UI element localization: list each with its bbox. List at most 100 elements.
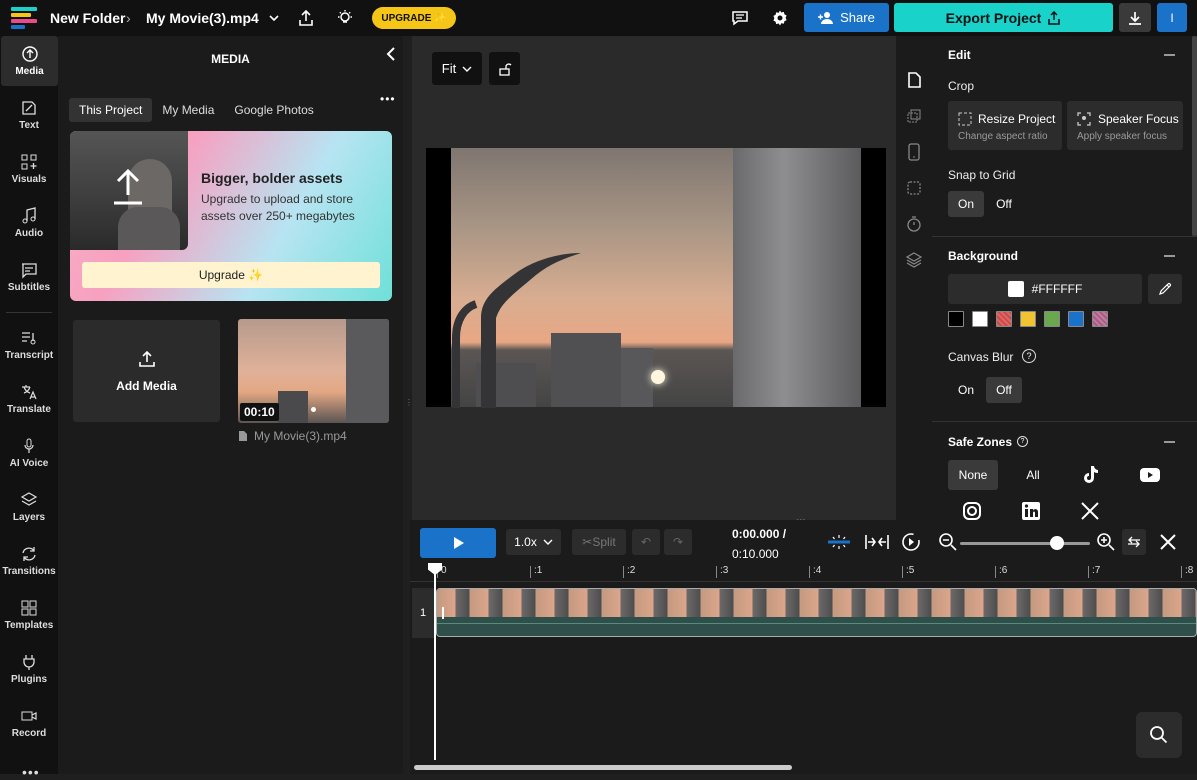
safe-zones-heading: Safe Zones (948, 435, 1013, 449)
settings-gear-icon[interactable] (769, 6, 791, 30)
tab-this-project[interactable]: This Project (69, 98, 153, 122)
clip-frames (437, 589, 1196, 617)
more-icon[interactable]: ••• (22, 764, 40, 780)
resize-project-button[interactable]: Resize Project Change aspect ratio (948, 101, 1062, 150)
snap-magnet-icon[interactable] (826, 533, 852, 556)
document-icon[interactable] (903, 69, 925, 91)
rail-item-templates[interactable]: Templates (0, 590, 58, 640)
rail-item-text[interactable]: Text (0, 90, 58, 140)
lightbulb-icon[interactable] (334, 6, 356, 30)
rail-item-visuals[interactable]: Visuals (0, 144, 58, 194)
help-icon[interactable]: ? (1017, 436, 1028, 447)
swatch-black[interactable] (948, 311, 964, 327)
project-name[interactable]: My Movie(3).mp4 (146, 10, 259, 26)
swap-button[interactable] (1122, 529, 1146, 555)
swatch-pink[interactable] (1092, 311, 1108, 327)
help-icon[interactable]: ? (1022, 349, 1036, 363)
duplicate-icon[interactable] (903, 105, 925, 127)
rail-item-plugins[interactable]: Plugins (0, 644, 58, 694)
media-clip-thumbnail[interactable]: 00:10 (238, 319, 389, 423)
zoom-in-icon[interactable] (1096, 532, 1116, 557)
upload-arrow-icon (114, 168, 142, 205)
frame-icon[interactable] (903, 177, 925, 199)
timeline-video-clip[interactable] (436, 588, 1197, 637)
redo-button[interactable]: ↷ (664, 529, 692, 555)
rail-label: Transitions (2, 566, 56, 577)
comments-icon[interactable] (729, 6, 751, 30)
mobile-icon[interactable] (903, 141, 925, 163)
promo-upgrade-button[interactable]: Upgrade ✨ (82, 262, 380, 288)
download-button[interactable] (1119, 3, 1151, 32)
timer-icon[interactable] (903, 213, 925, 235)
swatch-blue[interactable] (1068, 311, 1084, 327)
collapse-edit-icon[interactable] (1164, 54, 1175, 56)
blur-on-toggle[interactable]: On (948, 377, 984, 403)
more-options-icon[interactable]: ••• (380, 92, 396, 106)
clip-trim-handle[interactable] (442, 607, 444, 619)
close-icon[interactable] (1158, 532, 1178, 557)
rail-item-ai-voice[interactable]: AI Voice (0, 428, 58, 478)
playback-speed-dropdown[interactable]: 1.0x (506, 529, 561, 555)
collapse-background-icon[interactable] (1164, 255, 1175, 257)
chevron-down-icon[interactable] (266, 6, 282, 30)
tiktok-icon[interactable] (1072, 460, 1108, 490)
left-rail: Media Text Visuals Audio Subtitles Trans… (0, 36, 58, 780)
blur-off-toggle[interactable]: Off (986, 377, 1022, 403)
tab-my-media[interactable]: My Media (152, 98, 224, 122)
collapse-chevron-icon[interactable] (384, 46, 398, 67)
snap-on-toggle[interactable]: On (948, 191, 984, 217)
fit-dropdown[interactable]: Fit (432, 52, 482, 85)
split-button[interactable]: ✂Split (572, 529, 626, 555)
layers-icon[interactable] (903, 249, 925, 271)
rail-item-record[interactable]: Record (0, 698, 58, 748)
swatch-white[interactable] (972, 311, 988, 327)
export-project-button[interactable]: Export Project (894, 3, 1113, 32)
hex-value: #FFFFFF (1031, 282, 1083, 296)
safe-zone-none[interactable]: None (948, 460, 998, 490)
panel-scrollbar[interactable] (1192, 36, 1197, 236)
breadcrumb-folder[interactable]: New Folder (50, 10, 125, 26)
swatch-red[interactable] (996, 311, 1012, 327)
search-button[interactable] (1136, 712, 1182, 758)
rail-item-media[interactable]: Media (1, 36, 58, 86)
layers-icon (20, 492, 38, 506)
app-logo[interactable] (11, 7, 37, 29)
snap-off-toggle[interactable]: Off (988, 191, 1020, 217)
eyedropper-button[interactable] (1148, 274, 1182, 304)
media-title: MEDIA (211, 52, 250, 66)
panel-resize-handle[interactable]: ⋮ (405, 398, 413, 410)
safe-zone-all[interactable]: All (1012, 460, 1054, 490)
zoom-slider-knob[interactable] (1050, 536, 1064, 550)
swatch-yellow[interactable] (1020, 311, 1036, 327)
tab-google-photos[interactable]: Google Photos (224, 98, 323, 122)
play-button[interactable] (420, 528, 496, 558)
swatch-green[interactable] (1044, 311, 1060, 327)
playhead-line[interactable] (434, 563, 436, 760)
rail-item-layers[interactable]: Layers (0, 482, 58, 532)
timeline-scrollbar[interactable] (414, 765, 792, 770)
upgrade-button[interactable]: UPGRADE ✨ (372, 7, 456, 29)
time-ruler[interactable]: 0 :1 :2 :3 :4 :5 :6 :7 :8 (410, 564, 1197, 582)
rail-item-subtitles[interactable]: Subtitles (0, 252, 58, 302)
youtube-icon[interactable] (1132, 460, 1168, 490)
rail-item-transitions[interactable]: Transitions (0, 536, 58, 586)
rail-item-audio[interactable]: Audio (0, 198, 58, 248)
background-color-field[interactable]: #FFFFFF (948, 274, 1142, 304)
undo-button[interactable]: ↶ (632, 529, 660, 555)
zoom-slider-track[interactable] (960, 542, 1090, 545)
resize-subtitle: Change aspect ratio (958, 131, 1048, 142)
rail-item-translate[interactable]: Translate (0, 374, 58, 424)
unlock-button[interactable] (489, 52, 520, 85)
speaker-focus-button[interactable]: Speaker Focus Apply speaker focus (1067, 101, 1183, 150)
fit-timeline-icon[interactable] (864, 533, 890, 556)
playback-loop-icon[interactable] (901, 532, 921, 557)
account-button[interactable]: I (1157, 3, 1187, 32)
share-button[interactable]: Share (804, 3, 889, 32)
ruler-tick: :4 (809, 566, 821, 578)
collapse-safe-zones-icon[interactable] (1164, 441, 1175, 443)
share-upload-icon[interactable] (295, 6, 317, 30)
add-media-button[interactable]: Add Media (73, 320, 220, 422)
video-canvas[interactable] (426, 148, 886, 408)
zoom-out-icon[interactable] (938, 532, 958, 557)
rail-item-transcript[interactable]: Transcript (0, 320, 58, 370)
